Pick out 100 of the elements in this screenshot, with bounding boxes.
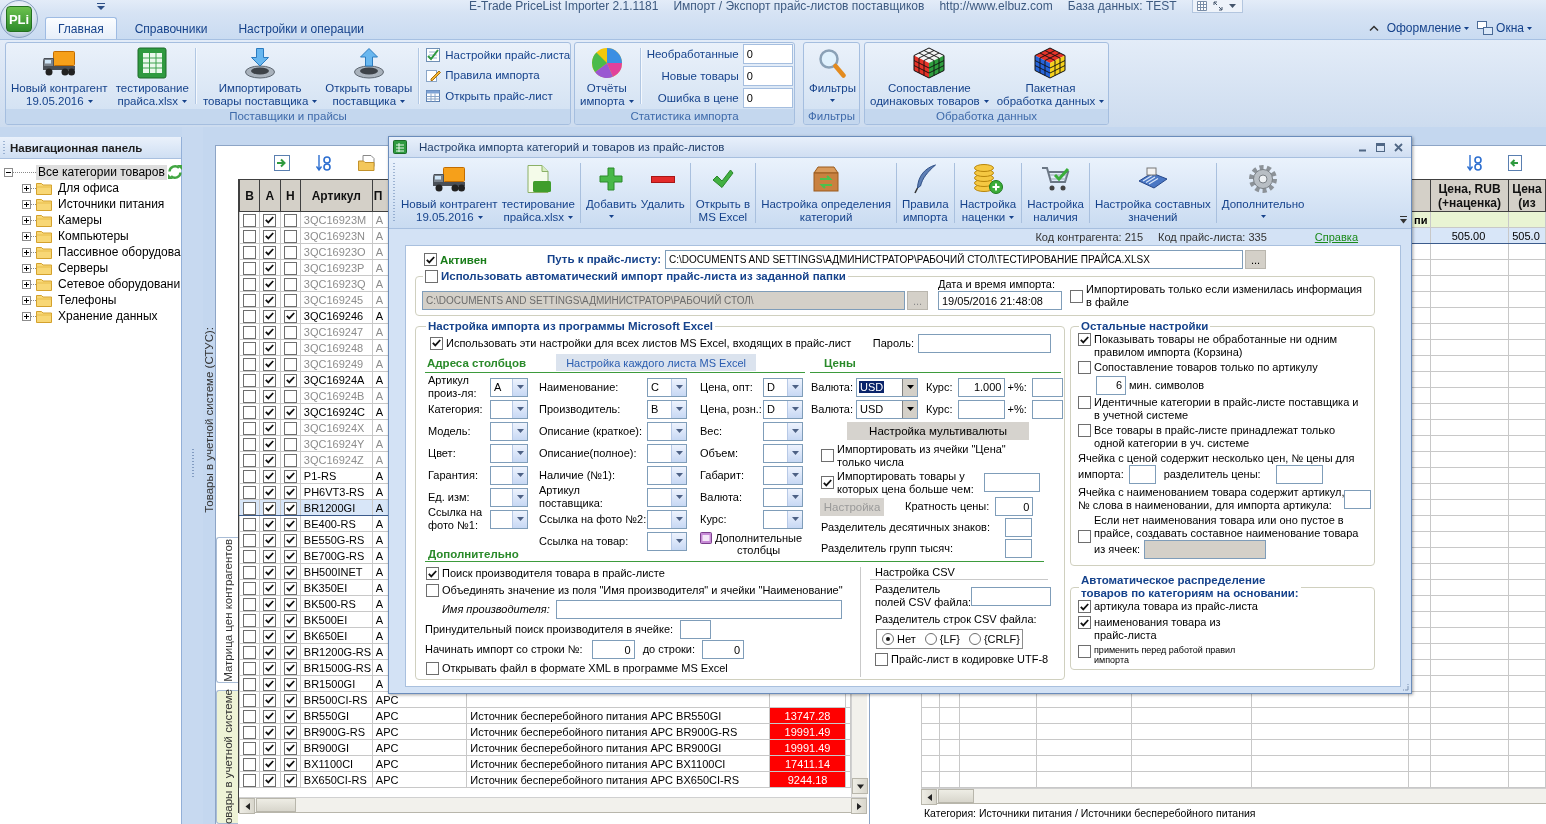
toolbar-button[interactable]: тестирование прайса.xlsx [499,158,577,228]
checkbox[interactable] [242,581,256,595]
dropdown-field[interactable]: D [763,399,803,419]
toolbar-button[interactable]: тестирование прайса.xlsx [111,43,193,109]
folder-field[interactable]: C:\DOCUMENTS AND SETTINGS\АДМИНИСТРАТОР\РАБОЧИЙ СТОЛ\ [422,291,905,310]
toolbar-button[interactable]: Сопоставление одинаковых товаров [866,43,993,109]
tree-item[interactable]: Все категории товаров [36,164,167,180]
dropdown-field[interactable]: USD [856,377,918,397]
checkbox[interactable] [283,517,297,531]
checkbox[interactable] [1070,289,1083,303]
checkbox[interactable] [242,421,256,435]
toolbar-button[interactable]: Отчёты импорта [576,43,638,109]
multicurrency-button[interactable]: Настройка мультивалюты [847,422,1029,440]
refresh-icon[interactable] [166,164,183,180]
dropdown-field[interactable] [763,443,803,463]
checkbox[interactable] [283,277,297,291]
dropdown-field[interactable]: USD [856,399,918,419]
expand-icon[interactable] [22,183,31,193]
checkbox[interactable] [263,357,277,371]
checkbox[interactable] [283,501,297,515]
checkbox[interactable] [242,245,256,259]
tree-item[interactable]: Для офиса [56,180,121,196]
ribbon-tab[interactable]: Главная [45,17,117,39]
checkbox[interactable] [263,469,277,483]
toolbar-button[interactable]: Добавить [583,158,639,228]
checkbox[interactable] [263,229,277,243]
toolbar-button[interactable]: Пакетная обработка данных [992,43,1108,109]
dropdown-field[interactable] [490,487,528,507]
tree-item[interactable]: Компьютеры [56,228,131,244]
ribbon-tab[interactable]: Настройки и операции [225,17,378,39]
menu-button[interactable]: Окна [1477,21,1532,35]
checkbox[interactable] [283,453,297,467]
checkbox[interactable] [242,213,256,227]
text-field[interactable]: 0 [995,497,1034,516]
dropdown-field[interactable]: A [490,377,528,397]
checkbox[interactable] [263,485,277,499]
tree-item[interactable]: Телефоны [56,292,119,308]
tree-item[interactable]: Пассивное оборудова [56,244,183,260]
checkbox[interactable] [242,597,256,611]
chevron-up-icon[interactable] [1368,25,1379,31]
checkbox[interactable] [283,229,297,243]
column-header[interactable]: Н [286,188,295,203]
maximize-icon[interactable] [1376,142,1385,152]
checkbox[interactable] [242,757,256,771]
dropdown-field[interactable] [647,443,687,463]
checkbox[interactable] [283,309,297,323]
checkbox[interactable] [263,245,277,259]
checkbox[interactable] [242,485,256,499]
close-icon[interactable] [1394,142,1403,152]
dropdown-field[interactable] [490,443,528,463]
ribbon-tab[interactable]: Справочники [121,17,221,39]
checkbox[interactable] [430,336,443,350]
checkbox[interactable] [283,245,297,259]
sort-icon[interactable] [316,153,332,172]
text-field[interactable]: 1.000 [958,377,1006,397]
checkbox[interactable] [263,501,277,515]
expand-arrows-icon[interactable] [1212,1,1223,11]
splitter-grip-icon[interactable] [191,448,194,479]
checkbox[interactable] [242,533,256,547]
text-field[interactable] [1031,399,1063,419]
dropdown-field[interactable] [763,487,803,507]
checkbox[interactable] [242,725,256,739]
checkbox[interactable] [283,213,297,227]
checkbox[interactable] [283,373,297,387]
checkbox[interactable] [242,261,256,275]
quick-access-icon[interactable] [97,3,105,10]
toolbar-button[interactable]: Настройка составных значений [1092,158,1213,228]
checkbox[interactable] [242,501,256,515]
text-field[interactable] [1344,489,1372,509]
checkbox[interactable] [283,437,297,451]
checkbox[interactable] [263,293,277,307]
checkbox[interactable] [242,773,256,787]
side-tab[interactable]: Матрица цен контрагентов [216,537,238,683]
dropdown-field[interactable] [490,421,528,441]
checkbox[interactable] [263,213,277,227]
checkbox[interactable] [242,357,256,371]
checkbox[interactable] [242,453,256,467]
text-field[interactable] [983,473,1040,492]
checkbox[interactable] [283,469,297,483]
checkbox[interactable] [242,645,256,659]
checkbox[interactable] [821,476,834,489]
dropdown-field[interactable] [647,509,687,529]
path-field[interactable]: C:\DOCUMENTS AND SETTINGS\АДМИНИСТРАТОР\РАБОЧИЙ СТОЛ\ТЕСТИРОВАНИЕ ПРАЙСА.XLSX [665,250,1244,269]
checkbox[interactable] [242,565,256,579]
dropdown-field[interactable] [763,465,803,485]
checkbox[interactable] [263,277,277,291]
checkbox[interactable] [242,613,256,627]
side-tab[interactable]: овары в учетной системе [216,690,238,824]
toolbar-button[interactable]: Правила импорта [899,158,951,228]
toolbar-button[interactable]: Удалить [638,158,687,228]
checkbox[interactable] [424,253,437,266]
tree-item[interactable]: Хранение данных [56,308,160,324]
sort-icon[interactable] [1467,153,1483,172]
text-field[interactable]: 6 [1096,375,1126,395]
stat-value-field[interactable]: 0 [742,66,793,86]
checkbox[interactable] [263,533,277,547]
checkbox[interactable] [263,437,277,451]
tree-item[interactable]: Источники питания [56,196,167,212]
checkbox[interactable] [242,693,256,707]
toolbar-overflow-icon[interactable] [1400,216,1407,224]
